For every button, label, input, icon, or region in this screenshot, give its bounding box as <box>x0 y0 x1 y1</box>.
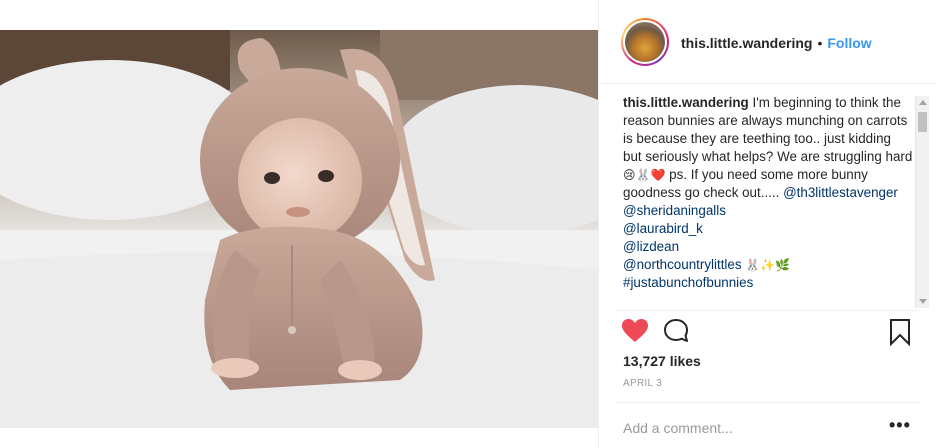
divider <box>615 310 921 311</box>
heart-icon <box>622 319 648 342</box>
ellipsis-icon: ••• <box>889 415 911 435</box>
post-sidebar: this.little.wandering • Follow this.little… <box>598 0 936 448</box>
caption-emoji-2: 🐰✨🌿 <box>745 258 791 272</box>
more-options-button[interactable]: ••• <box>889 416 911 434</box>
caption-username[interactable]: this.little.wandering <box>623 95 749 110</box>
instagram-post: this.little.wandering • Follow this.little… <box>0 0 936 448</box>
divider <box>615 402 921 403</box>
baby-bunny-photo <box>0 30 598 428</box>
scroll-thumb[interactable] <box>918 112 927 132</box>
bookmark-icon <box>890 319 910 347</box>
scroll-down-arrow-icon[interactable] <box>919 299 927 304</box>
avatar-image <box>625 22 665 62</box>
save-button[interactable] <box>887 318 913 347</box>
comment-button[interactable] <box>663 318 691 344</box>
caption-mention[interactable]: @lizdean <box>623 238 913 256</box>
caption-emoji-1: 😢🐰❤️ <box>623 168 666 182</box>
likes-count[interactable]: 13,727 likes <box>623 353 701 369</box>
header-line: this.little.wandering • Follow <box>681 34 872 52</box>
caption-hashtag[interactable]: #justabunchofbunnies <box>623 274 913 292</box>
caption-mention[interactable]: @laurabird_k <box>623 220 913 238</box>
header-username[interactable]: this.little.wandering <box>681 35 812 51</box>
caption-mention[interactable]: @sheridaningalls <box>623 202 913 220</box>
add-comment-input[interactable] <box>623 418 873 438</box>
caption-area: this.little.wandering I'm beginning to t… <box>623 94 913 308</box>
follow-button[interactable]: Follow <box>827 35 871 51</box>
action-bar <box>599 316 936 350</box>
caption-mention[interactable]: @northcountrylittles <box>623 257 742 272</box>
avatar[interactable] <box>621 18 669 66</box>
avatar-frame <box>623 20 667 64</box>
speech-bubble-icon <box>664 319 688 342</box>
caption-scrollbar[interactable] <box>915 96 929 308</box>
post-header: this.little.wandering • Follow <box>599 0 936 84</box>
post-photo[interactable] <box>0 30 598 428</box>
caption-mention[interactable]: @th3littlestavenger <box>783 185 898 200</box>
header-separator: • <box>817 35 823 51</box>
scroll-up-arrow-icon[interactable] <box>919 100 927 105</box>
post-date[interactable]: APRIL 3 <box>623 378 662 389</box>
caption-mention-line: @northcountrylittles 🐰✨🌿 <box>623 256 913 274</box>
like-button[interactable] <box>621 318 649 344</box>
